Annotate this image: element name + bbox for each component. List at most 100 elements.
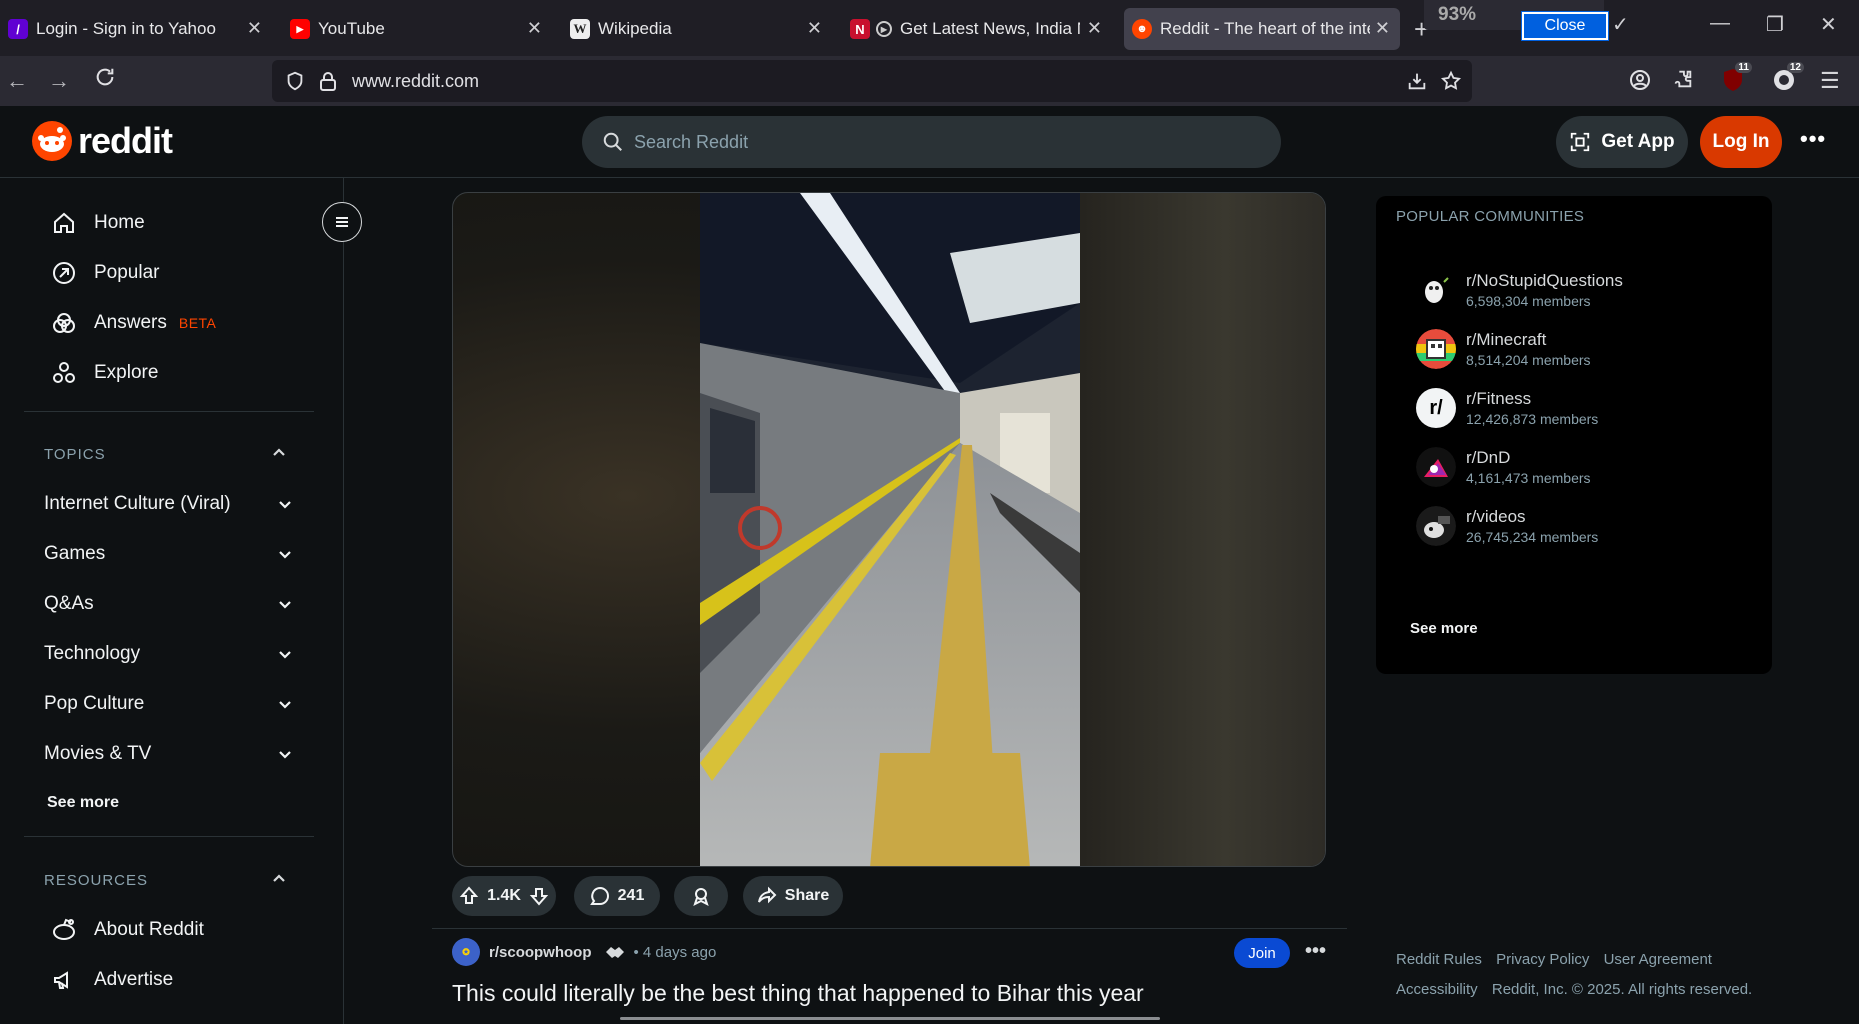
community-item[interactable]: r/NoStupidQuestions 6,598,304 members [1416,270,1623,310]
menu-icon[interactable]: ☰ [1820,68,1840,94]
topic-games[interactable]: Games [44,543,294,565]
user-agreement-link[interactable]: User Agreement [1604,951,1712,968]
sidebar-item-label: Popular [94,262,160,283]
community-members: 12,426,873 members [1466,411,1599,427]
snoo-icon [32,121,72,161]
login-button[interactable]: Log In [1700,116,1782,168]
post-media[interactable] [452,192,1326,867]
privacy-policy-link[interactable]: Privacy Policy [1496,951,1589,968]
address-bar[interactable]: www.reddit.com [272,60,1472,102]
lock-icon[interactable] [318,70,338,92]
close-tab-icon[interactable]: ✕ [1375,18,1390,39]
search-input[interactable]: Search Reddit [582,116,1281,168]
bookmark-star-icon[interactable] [1440,70,1462,92]
join-button[interactable]: Join [1234,938,1290,968]
accessibility-link[interactable]: Accessibility [1396,981,1478,998]
community-item[interactable]: r/Minecraft 8,514,204 members [1416,329,1591,369]
community-item[interactable]: r/ r/Fitness 12,426,873 members [1416,388,1598,428]
reddit-logo[interactable]: reddit [32,120,173,162]
tab-title: Login - Sign in to Yahoo [36,19,216,38]
tab-yahoo[interactable]: / Login - Sign in to Yahoo ✕ [0,8,272,50]
post-title[interactable]: This could literally be the best thing t… [452,980,1144,1007]
collapse-sidebar-button[interactable] [322,202,362,242]
copyright-text: Reddit, Inc. © 2025. All rights reserved… [1491,981,1753,998]
tab-wikipedia[interactable]: W Wikipedia ✕ [562,8,832,50]
account-icon[interactable] [1628,68,1652,92]
popular-communities-heading: POPULAR COMMUNITIES [1396,208,1585,225]
resources-heading[interactable]: RESOURCES [44,872,148,889]
get-app-button[interactable]: Get App [1556,116,1688,168]
award-button[interactable] [674,876,728,916]
window-close-icon[interactable]: ✕ [1820,12,1837,37]
tab-news[interactable]: N ▶ Get Latest News, India New ✕ [842,8,1112,50]
sidebar-item-home[interactable]: Home [50,211,145,235]
chevron-up-icon[interactable] [270,444,288,467]
topic-label: Technology [44,643,141,664]
community-item[interactable]: r/DnD 4,161,473 members [1416,447,1591,487]
topic-qas[interactable]: Q&As [44,593,294,615]
close-tab-icon[interactable]: ✕ [527,18,542,39]
downvote-icon[interactable] [529,886,549,906]
hamburger-icon [336,217,348,227]
topic-internet-culture[interactable]: Internet Culture (Viral) [44,493,294,515]
vote-bar: 1.4K [452,876,556,916]
topic-movies-tv[interactable]: Movies & TV [44,743,294,765]
tab-reddit[interactable]: ☻ Reddit - The heart of the interne ✕ [1124,8,1400,50]
youtube-icon: ▶ [290,19,310,39]
chevron-down-icon [276,745,294,769]
sidebar-item-explore[interactable]: Explore [50,361,158,385]
restore-icon[interactable]: ❐ [1766,12,1784,37]
communities-see-more-link[interactable]: See more [1410,620,1478,637]
share-button[interactable]: Share [743,876,843,916]
more-options-icon[interactable]: ••• [1800,126,1826,152]
close-tab-icon[interactable]: ✕ [1087,18,1102,39]
chevron-down-icon [276,645,294,669]
topics-heading[interactable]: TOPICS [44,446,106,463]
community-name: r/Minecraft [1466,330,1547,349]
comments-button[interactable]: 241 [574,876,660,916]
topic-pop-culture[interactable]: Pop Culture [44,693,294,715]
ublock-badge: 11 [1735,62,1752,73]
sidebar-item-popular[interactable]: Popular [50,261,160,285]
sidebar-item-answers[interactable]: Answers BETA [50,311,216,335]
footer-links: Reddit Rules Privacy Policy User Agreeme… [1396,951,1722,968]
ublock-icon[interactable]: 11 [1722,62,1752,92]
post-meta: ✪ r/scoopwhoop • 4 days ago [452,938,716,966]
close-tab-icon[interactable]: ✕ [247,18,262,39]
close-tab-icon[interactable]: ✕ [807,18,822,39]
community-name: r/DnD [1466,448,1511,467]
tab-youtube[interactable]: ▶ YouTube ✕ [282,8,552,50]
topic-technology[interactable]: Technology [44,643,294,665]
url-text: www.reddit.com [352,71,480,91]
chevron-up-icon[interactable] [270,870,288,893]
sidebar-item-label: Explore [94,362,159,383]
get-app-label: Get App [1601,131,1675,152]
back-icon[interactable]: ← [6,68,28,94]
community-item[interactable]: r/videos 26,745,234 members [1416,506,1598,546]
profile-extension-icon[interactable]: 12 [1772,62,1804,92]
sidebar-item-about-reddit[interactable]: About Reddit [50,918,204,942]
extensions-icon[interactable] [1672,68,1694,90]
horizontal-scrollbar[interactable] [620,1017,1160,1020]
handshake-icon [604,944,626,960]
chevron-down-icon [276,545,294,569]
explore-icon [50,361,78,385]
post-options-icon[interactable]: ••• [1305,940,1326,963]
subreddit-avatar[interactable]: ✪ [452,938,480,966]
upvote-icon[interactable] [459,886,479,906]
close-button[interactable]: Close [1521,11,1609,41]
sidebar-item-label: Answers [94,312,167,333]
search-icon [602,131,624,153]
reddit-rules-link[interactable]: Reddit Rules [1396,951,1482,968]
sidebar-item-advertise[interactable]: Advertise [50,968,173,992]
topics-see-more-link[interactable]: See more [47,794,119,812]
minimize-icon[interactable]: — [1710,12,1730,35]
subreddit-link[interactable]: r/scoopwhoop [489,944,592,961]
shield-icon[interactable] [284,70,306,92]
forward-icon[interactable]: → [48,68,70,94]
sidebar-item-label: Home [94,212,145,233]
award-icon [691,886,711,906]
download-icon[interactable] [1406,70,1428,92]
topic-label: Games [44,543,106,564]
reload-icon[interactable] [94,66,116,94]
